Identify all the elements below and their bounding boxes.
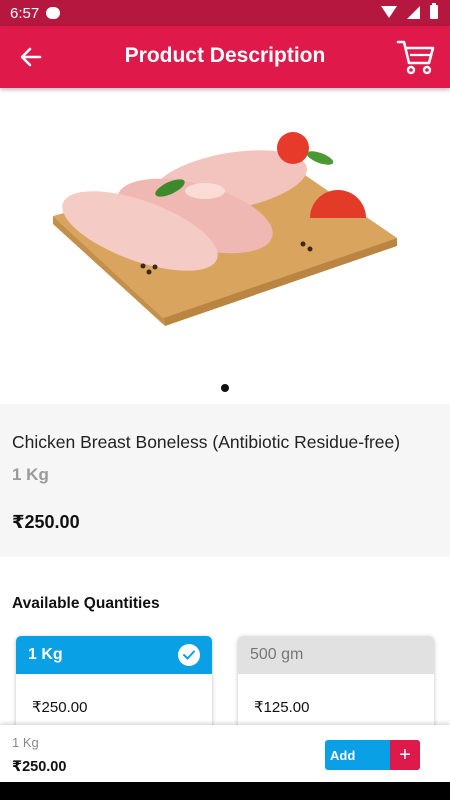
cart-icon[interactable] xyxy=(396,38,436,76)
bottom-bar: 1 Kg ₹250.00 Add + xyxy=(0,725,450,782)
product-info: Chicken Breast Boneless (Antibiotic Resi… xyxy=(0,404,450,557)
product-name: Chicken Breast Boneless (Antibiotic Resi… xyxy=(12,432,401,452)
check-icon xyxy=(178,644,200,666)
signal-icon xyxy=(407,5,420,19)
quantity-option-header: 1 Kg xyxy=(16,636,212,674)
message-icon xyxy=(46,7,60,19)
quantity-option-1kg[interactable]: 1 Kg ₹250.00 xyxy=(16,636,212,736)
selected-price: ₹250.00 xyxy=(12,759,67,775)
plus-icon[interactable]: + xyxy=(390,740,420,770)
available-quantities-heading: Available Quantities xyxy=(12,595,160,612)
product-price: ₹250.00 xyxy=(12,512,80,532)
app-bar: Product Description xyxy=(0,26,450,88)
quantity-option-label: 1 Kg xyxy=(28,646,63,663)
quantity-option-label: 500 gm xyxy=(250,646,304,663)
quantity-option-price: ₹125.00 xyxy=(254,699,310,716)
status-icons xyxy=(381,3,438,19)
quantity-option-price: ₹250.00 xyxy=(32,699,88,716)
add-to-cart-button[interactable]: Add + xyxy=(325,740,420,770)
quantity-option-header: 500 gm xyxy=(238,636,434,674)
battery-icon xyxy=(430,3,438,19)
selected-unit: 1 Kg xyxy=(12,735,39,750)
page-title: Product Description xyxy=(124,44,326,67)
status-bar: 6:57 xyxy=(0,0,450,26)
add-button-label: Add xyxy=(330,747,356,763)
product-image[interactable] xyxy=(45,96,405,330)
status-time: 6:57 xyxy=(10,5,40,22)
system-nav-bar xyxy=(0,782,450,800)
carousel-indicator[interactable] xyxy=(221,384,229,392)
product-unit: 1 Kg xyxy=(12,465,49,484)
wifi-icon xyxy=(381,6,397,18)
quantity-option-500gm[interactable]: 500 gm ₹125.00 xyxy=(238,636,434,736)
